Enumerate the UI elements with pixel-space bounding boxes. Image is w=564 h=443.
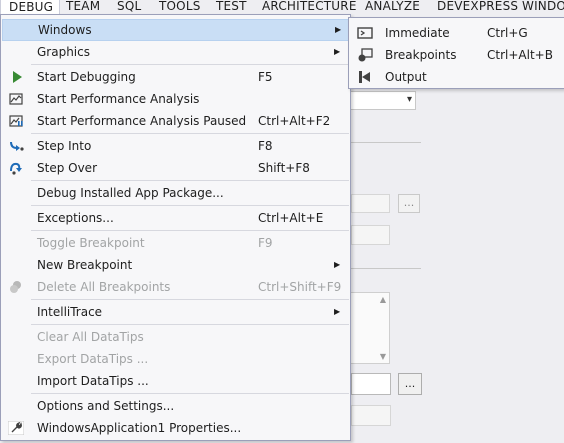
menu-item-step-over[interactable]: Step Over Shift+F8: [2, 157, 349, 179]
menu-item-label: Step Over: [37, 161, 97, 175]
menu-separator: [31, 324, 349, 325]
menu-separator: [31, 64, 349, 65]
windows-submenu: Immediate Ctrl+G Breakpoints Ctrl+Alt+B …: [348, 17, 564, 89]
menu-item-label: Options and Settings...: [37, 399, 175, 413]
menu-item-shortcut: F8: [258, 139, 273, 153]
background-textbox: [351, 225, 390, 245]
debug-menu: Windows ▶ Graphics ▶ Start Debugging F5 …: [0, 14, 351, 441]
menu-item-shortcut: Ctrl+Shift+F9: [258, 280, 342, 294]
scroll-down-icon[interactable]: ▼: [380, 352, 386, 361]
menu-item-start-debugging[interactable]: Start Debugging F5: [2, 66, 349, 88]
menu-item-label: Import DataTips ...: [37, 374, 149, 388]
menu-analyze[interactable]: ANALYZE: [365, 0, 420, 14]
submenu-arrow-icon: ▶: [335, 25, 342, 34]
play-icon: [13, 71, 22, 83]
submenu-arrow-icon: ▶: [334, 260, 341, 269]
menu-item-new-breakpoint[interactable]: New Breakpoint ▶: [2, 254, 349, 276]
chevron-down-icon: ▾: [406, 94, 412, 105]
performance-paused-icon: [9, 115, 23, 127]
breakpoints-window-icon: [358, 48, 373, 62]
background-listbox[interactable]: ▲ ▼: [346, 292, 390, 364]
wrench-icon: [8, 421, 24, 435]
browse-button[interactable]: ...: [398, 373, 422, 395]
menu-separator: [31, 299, 349, 300]
menu-item-label: Debug Installed App Package...: [37, 186, 224, 200]
menu-item-graphics[interactable]: Graphics ▶: [2, 41, 349, 63]
menu-item-start-performance-analysis-paused[interactable]: Start Performance Analysis Paused Ctrl+A…: [2, 110, 349, 132]
menu-debug[interactable]: DEBUG: [0, 0, 61, 14]
menu-item-label: Immediate: [385, 26, 450, 40]
menu-team[interactable]: TEAM: [66, 0, 100, 14]
menu-item-delete-all-breakpoints: Delete All Breakpoints Ctrl+Shift+F9: [2, 276, 349, 298]
menu-item-export-datatips: Export DataTips ...: [2, 348, 349, 370]
menu-item-project-properties[interactable]: WindowsApplication1 Properties...: [2, 417, 349, 439]
menu-item-label: Export DataTips ...: [37, 352, 149, 366]
menu-item-shortcut: Ctrl+Alt+E: [258, 211, 324, 225]
menu-separator: [31, 180, 349, 181]
submenu-item-breakpoints[interactable]: Breakpoints Ctrl+Alt+B: [350, 44, 564, 66]
menu-window[interactable]: WINDO: [522, 0, 564, 14]
background-textbox: [351, 194, 390, 213]
menu-item-label: Breakpoints: [385, 48, 457, 62]
menu-item-windows[interactable]: Windows ▶: [2, 19, 349, 41]
step-into-icon: [10, 141, 24, 151]
menu-item-label: Windows: [38, 23, 92, 37]
menu-item-shortcut: Ctrl+G: [487, 26, 528, 40]
background-textbox: [351, 405, 391, 426]
menu-separator: [31, 393, 349, 394]
immediate-window-icon: [357, 27, 373, 39]
menu-item-intellitrace[interactable]: IntelliTrace ▶: [2, 301, 349, 323]
menu-item-exceptions[interactable]: Exceptions... Ctrl+Alt+E: [2, 207, 349, 229]
menu-item-step-into[interactable]: Step Into F8: [2, 135, 349, 157]
menu-item-label: Toggle Breakpoint: [37, 236, 145, 250]
scroll-up-icon[interactable]: ▲: [380, 295, 386, 304]
menu-separator: [31, 205, 349, 206]
menu-separator: [31, 133, 349, 134]
submenu-item-output[interactable]: Output: [350, 66, 564, 88]
menu-item-label: Exceptions...: [37, 211, 114, 225]
menu-item-label: Start Performance Analysis: [37, 92, 200, 106]
menu-item-label: Delete All Breakpoints: [37, 280, 171, 294]
menu-item-label: Step Into: [37, 139, 92, 153]
submenu-arrow-icon: ▶: [334, 307, 341, 316]
menu-item-toggle-breakpoint: Toggle Breakpoint F9: [2, 232, 349, 254]
browse-button-disabled: ...: [398, 194, 420, 213]
menu-item-import-datatips[interactable]: Import DataTips ...: [2, 370, 349, 392]
menu-item-label: IntelliTrace: [37, 305, 103, 319]
menu-sql[interactable]: SQL: [117, 0, 141, 14]
menu-item-shortcut: F9: [258, 236, 273, 250]
background-textbox[interactable]: [351, 373, 391, 395]
performance-icon: [9, 93, 23, 105]
menu-devexpress[interactable]: DEVEXPRESS: [437, 0, 518, 14]
menu-item-clear-all-datatips: Clear All DataTips: [2, 326, 349, 348]
delete-breakpoints-icon: [10, 281, 21, 293]
menu-bar: DEBUG TEAM SQL TOOLS TEST ARCHITECTURE A…: [0, 0, 564, 14]
menu-item-debug-installed-app-package[interactable]: Debug Installed App Package...: [2, 182, 349, 204]
menu-item-shortcut: Ctrl+Alt+F2: [258, 114, 331, 128]
output-window-icon: [359, 71, 370, 83]
menu-tools[interactable]: TOOLS: [159, 0, 201, 14]
menu-test[interactable]: TEST: [216, 0, 247, 14]
submenu-item-immediate[interactable]: Immediate Ctrl+G: [350, 22, 564, 44]
step-over-icon: [10, 162, 22, 175]
menu-architecture[interactable]: ARCHITECTURE: [262, 0, 357, 14]
menu-item-label: Start Performance Analysis Paused: [37, 114, 247, 128]
divider: [351, 268, 421, 269]
menu-item-label: WindowsApplication1 Properties...: [37, 421, 242, 435]
menu-item-label: New Breakpoint: [37, 258, 133, 272]
background-dropdown[interactable]: ▾: [340, 91, 416, 110]
menu-item-shortcut: Ctrl+Alt+B: [487, 48, 553, 62]
menu-item-options-and-settings[interactable]: Options and Settings...: [2, 395, 349, 417]
submenu-arrow-icon: ▶: [334, 47, 341, 56]
menu-item-shortcut: F5: [258, 70, 273, 84]
menu-item-label: Graphics: [37, 45, 90, 59]
menu-item-label: Start Debugging: [37, 70, 136, 84]
divider: [351, 142, 421, 143]
menu-separator: [31, 230, 349, 231]
menu-item-shortcut: Shift+F8: [258, 161, 310, 175]
menu-item-label: Output: [385, 70, 427, 84]
menu-item-start-performance-analysis[interactable]: Start Performance Analysis: [2, 88, 349, 110]
menu-item-label: Clear All DataTips: [37, 330, 144, 344]
